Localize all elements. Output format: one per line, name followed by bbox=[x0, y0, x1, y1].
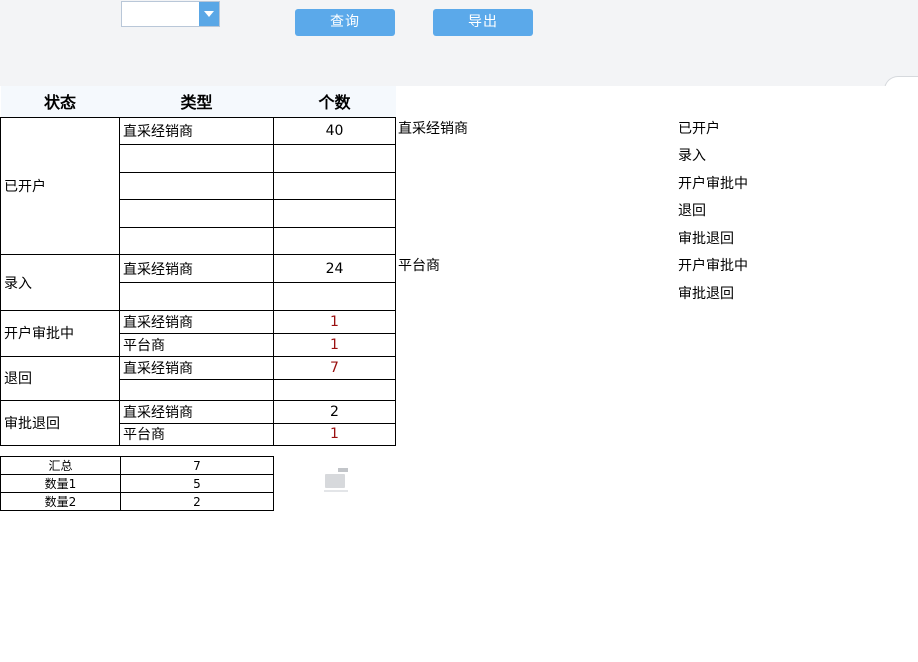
side-status-label: 审批退回 bbox=[678, 231, 734, 247]
count-cell bbox=[273, 199, 396, 228]
type-cell: 直采经销商 bbox=[119, 355, 274, 380]
side-status-label: 已开户 bbox=[678, 121, 720, 137]
side-status-label: 审批退回 bbox=[678, 286, 734, 302]
type-cell bbox=[119, 282, 274, 311]
summary-value: 2 bbox=[120, 492, 274, 511]
header-type: 类型 bbox=[119, 86, 274, 117]
summary-label: 数量2 bbox=[0, 492, 121, 511]
status-table: 状态 类型 个数 已开户 直采经销商 40 录入 直采经销商 24 开户审批中 … bbox=[0, 86, 396, 446]
summary-table: 汇总 7 数量1 5 数量2 2 bbox=[0, 456, 274, 511]
count-cell: 7 bbox=[273, 355, 396, 380]
type-cell: 直采经销商 bbox=[119, 399, 274, 424]
summary-row: 数量1 5 bbox=[0, 474, 274, 493]
table-row: 审批退回 直采经销商 2 bbox=[0, 399, 396, 446]
side-type-label: 直采经销商 bbox=[398, 121, 468, 137]
count-cell: 1 bbox=[273, 332, 396, 357]
header-count: 个数 bbox=[273, 86, 396, 117]
type-cell: 直采经销商 bbox=[119, 116, 274, 146]
table-row: 录入 直采经销商 24 bbox=[0, 254, 396, 311]
status-cell: 审批退回 bbox=[0, 399, 120, 446]
status-cell: 开户审批中 bbox=[0, 309, 120, 357]
report-sheet: 状态 类型 个数 已开户 直采经销商 40 录入 直采经销商 24 开户审批中 … bbox=[0, 86, 918, 662]
count-cell: 24 bbox=[273, 254, 396, 284]
type-cell bbox=[119, 199, 274, 228]
table-header-row: 状态 类型 个数 bbox=[0, 86, 396, 117]
side-type-label: 平台商 bbox=[398, 258, 440, 274]
side-status-label: 退回 bbox=[678, 203, 706, 219]
image-placeholder-icon bbox=[322, 466, 350, 496]
side-status-label: 开户审批中 bbox=[678, 258, 748, 274]
count-cell: 1 bbox=[273, 422, 396, 446]
chevron-down-icon[interactable] bbox=[199, 2, 219, 26]
side-status-label: 录入 bbox=[678, 148, 706, 164]
side-status-label: 开户审批中 bbox=[678, 176, 748, 192]
count-cell bbox=[273, 378, 396, 401]
count-cell: 1 bbox=[273, 309, 396, 334]
summary-row: 汇总 7 bbox=[0, 456, 274, 475]
toolbar: 查询 导出 bbox=[0, 0, 918, 96]
type-cell: 直采经销商 bbox=[119, 309, 274, 334]
summary-label: 汇总 bbox=[0, 456, 121, 475]
type-cell: 直采经销商 bbox=[119, 254, 274, 284]
filter-select[interactable] bbox=[121, 1, 220, 27]
summary-value: 5 bbox=[120, 474, 274, 493]
type-cell: 平台商 bbox=[119, 332, 274, 357]
type-cell bbox=[119, 378, 274, 401]
count-cell: 2 bbox=[273, 399, 396, 424]
type-cell bbox=[119, 171, 274, 201]
header-status: 状态 bbox=[0, 86, 120, 117]
summary-row: 数量2 2 bbox=[0, 492, 274, 511]
table-row: 退回 直采经销商 7 bbox=[0, 355, 396, 401]
table-row: 已开户 直采经销商 40 bbox=[0, 116, 396, 256]
count-cell bbox=[273, 226, 396, 256]
query-button[interactable]: 查询 bbox=[295, 9, 395, 36]
summary-value: 7 bbox=[120, 456, 274, 475]
type-cell: 平台商 bbox=[119, 422, 274, 446]
type-cell bbox=[119, 226, 274, 256]
count-cell bbox=[273, 171, 396, 201]
type-cell bbox=[119, 144, 274, 173]
status-cell: 录入 bbox=[0, 254, 120, 311]
export-button[interactable]: 导出 bbox=[433, 9, 533, 36]
status-cell: 退回 bbox=[0, 355, 120, 401]
count-cell bbox=[273, 282, 396, 311]
table-row: 开户审批中 直采经销商 1 bbox=[0, 309, 396, 357]
count-cell bbox=[273, 144, 396, 173]
count-cell: 40 bbox=[273, 116, 396, 146]
status-cell: 已开户 bbox=[0, 116, 120, 256]
summary-label: 数量1 bbox=[0, 474, 121, 493]
